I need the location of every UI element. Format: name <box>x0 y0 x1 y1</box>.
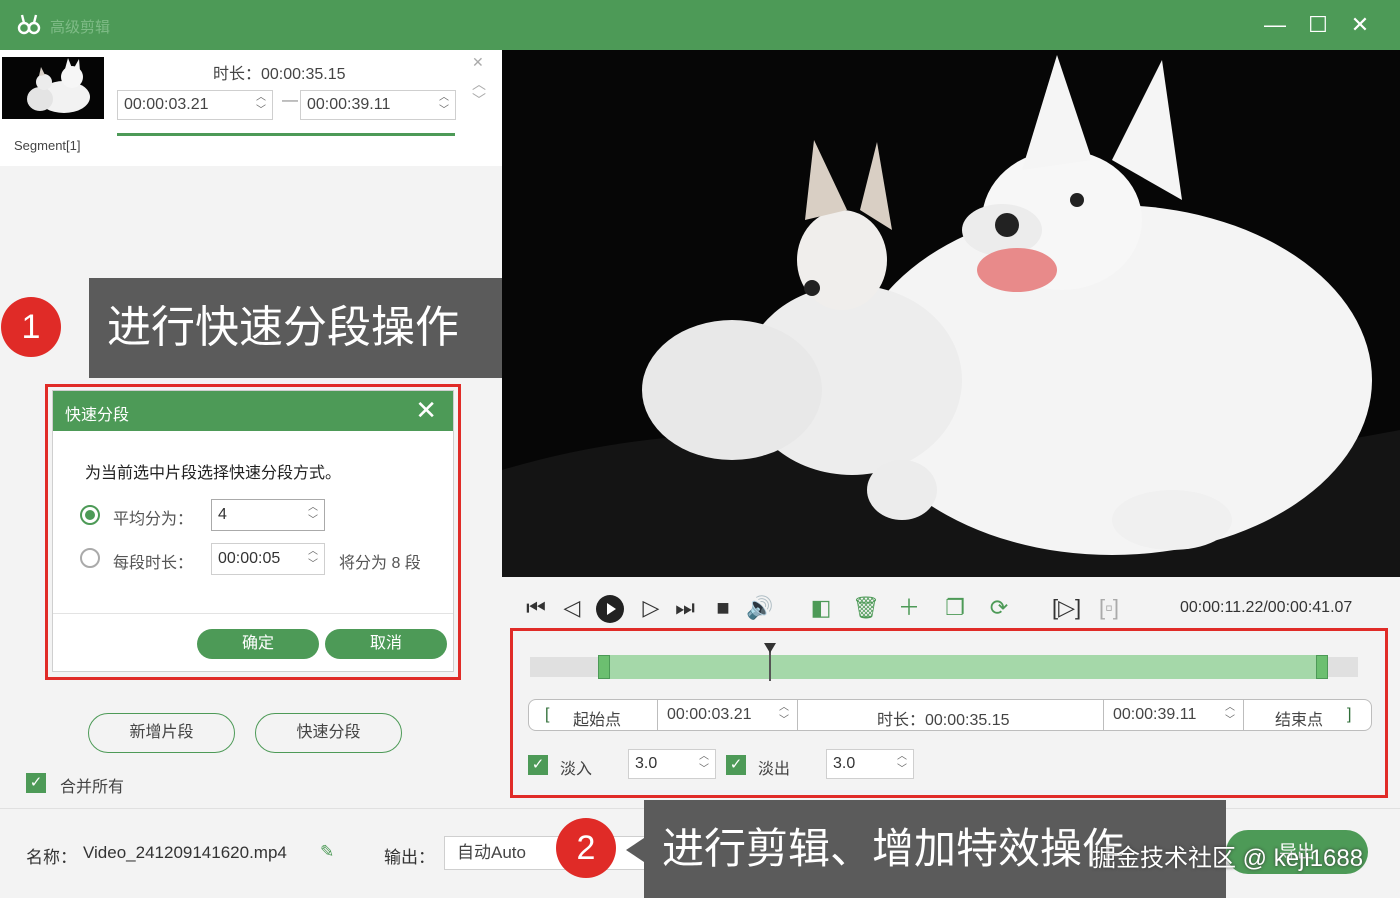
name-label: 名称： <box>26 848 77 867</box>
close-window-button[interactable]: ✕ <box>1345 10 1375 40</box>
stop-icon[interactable]: ■ <box>710 595 736 621</box>
split-icon[interactable]: ◧ <box>808 595 834 621</box>
highlight-frame-dialog <box>45 384 461 680</box>
segment-thumbnail <box>2 57 104 119</box>
watermark: 掘金技术社区 @ keji1688 <box>1092 845 1364 872</box>
skip-start-icon[interactable]: ⏮ <box>523 595 549 621</box>
segment-progress-bar <box>117 133 455 136</box>
title-bar: 高级剪辑 — ☐ ✕ <box>0 0 1400 50</box>
edit-name-icon[interactable]: ✎ <box>320 842 334 862</box>
remove-segment-icon[interactable]: ✕ <box>472 54 484 71</box>
annotation-step1-number: 1 <box>1 297 61 357</box>
crop-play-icon[interactable]: [▷] <box>1052 595 1081 621</box>
annotation-step2-pointer <box>626 838 644 862</box>
output-select[interactable]: 自动Auto <box>444 836 654 870</box>
time-readout: 00:00:11.22/00:00:41.07 <box>1180 599 1353 616</box>
move-down-icon[interactable]: ﹀ <box>472 90 486 110</box>
annotation-step2-text: 进行剪辑、增加特效操作 <box>662 825 1125 872</box>
copy-icon[interactable]: ❐ <box>942 595 968 621</box>
segment-end-value: 00:00:39.11 <box>307 96 391 113</box>
skip-end-icon[interactable]: ⏭ <box>672 595 698 621</box>
preview-image <box>502 50 1400 577</box>
quick-split-button[interactable]: 快速分段 <box>255 713 402 753</box>
range-dash: — <box>282 92 298 109</box>
rotate-icon[interactable]: ⟳ <box>986 595 1012 621</box>
video-preview[interactable] <box>502 50 1400 577</box>
segment-start-field[interactable]: 00:00:03.21 ︿ ﹀ <box>117 90 273 120</box>
delete-icon[interactable]: 🗑 <box>852 595 880 621</box>
merge-all-checkbox[interactable]: ✓ <box>26 773 46 793</box>
player-controls: ⏮ ◁ ▷ ⏭ ■ 🔊 ◧ 🗑 ＋ ❐ ⟳ [▷] [▫] 00:00:11.2… <box>502 577 1400 631</box>
step-back-icon[interactable]: ◁ <box>559 595 585 621</box>
step-forward-icon[interactable]: ▷ <box>638 595 664 621</box>
play-icon[interactable] <box>596 595 624 623</box>
merge-all-label: 合并所有 <box>60 779 125 796</box>
add-icon[interactable]: ＋ <box>896 595 922 621</box>
add-segment-button[interactable]: 新增片段 <box>88 713 235 753</box>
minimize-button[interactable]: — <box>1260 10 1290 40</box>
file-name: Video_241209141620.mp4 <box>83 843 287 862</box>
annotation-step1-text: 进行快速分段操作 <box>107 303 459 352</box>
window-title: 高级剪辑 <box>50 19 111 36</box>
volume-icon[interactable]: 🔊 <box>746 595 773 621</box>
output-label: 输出： <box>384 848 435 867</box>
segment-duration: 时长：00:00:35.15 <box>213 66 346 83</box>
output-value: 自动Auto <box>457 843 526 862</box>
highlight-frame-edit <box>510 628 1388 798</box>
crop-icon[interactable]: [▫] <box>1096 595 1122 621</box>
segment-end-spinner-icon[interactable]: ︿ ﹀ <box>437 91 451 119</box>
segment-card[interactable]: Segment[1] 时长：00:00:35.15 00:00:03.21 ︿ ﹀… <box>0 50 502 166</box>
segment-label: Segment[1] <box>14 138 81 153</box>
annotation-step2-number: 2 <box>556 818 616 878</box>
app-logo-icon <box>16 12 42 38</box>
annotation-step1-box: 进行快速分段操作 <box>89 278 502 378</box>
segment-end-field[interactable]: 00:00:39.11 ︿ ﹀ <box>300 90 456 120</box>
segment-start-value: 00:00:03.21 <box>124 96 209 113</box>
segment-start-spinner-icon[interactable]: ︿ ﹀ <box>254 91 268 119</box>
maximize-button[interactable]: ☐ <box>1303 10 1333 40</box>
